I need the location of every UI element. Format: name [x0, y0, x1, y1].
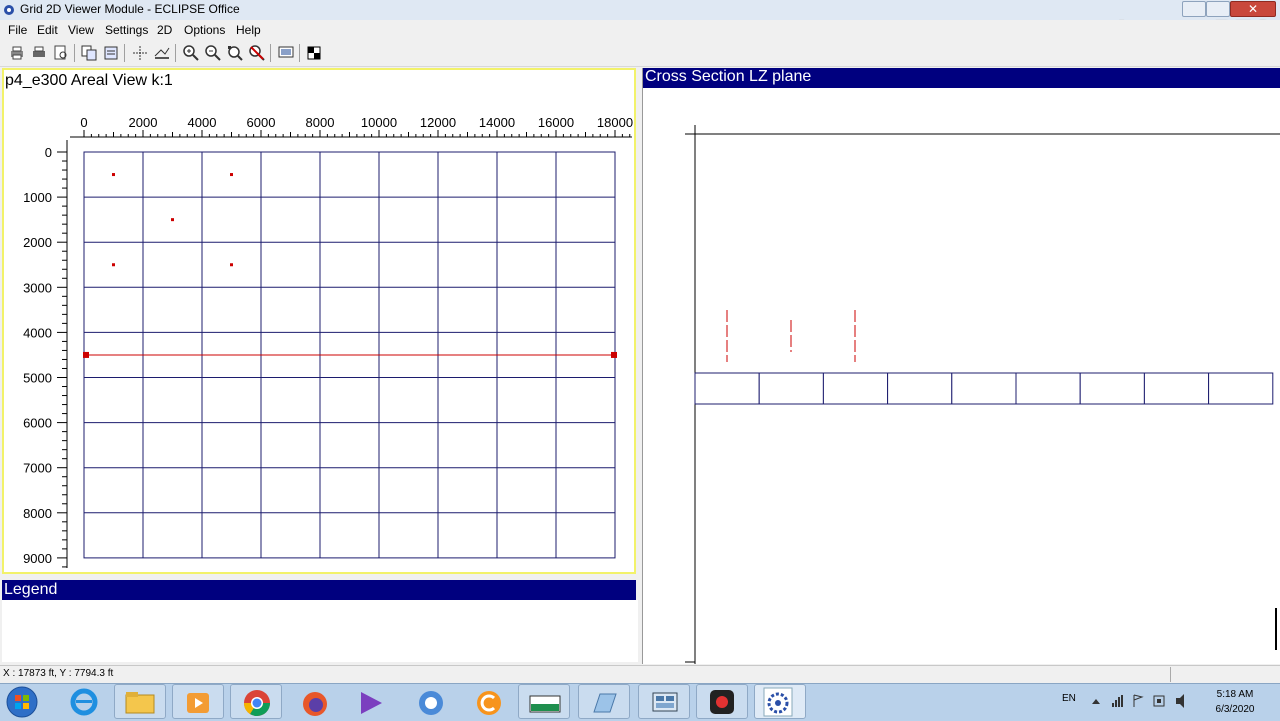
- y-tick-label: 3000: [23, 280, 52, 295]
- eclipse-office-icon: [763, 687, 793, 717]
- x-tick-label: 4000: [188, 115, 217, 130]
- x-tick-label: 6000: [247, 115, 276, 130]
- cross-section-cell: [1079, 372, 1145, 405]
- cross-section-cell: [758, 372, 824, 405]
- cross-section-cell: [822, 372, 889, 405]
- language-indicator[interactable]: EN: [1062, 693, 1076, 704]
- x-tick-label: 10000: [361, 115, 397, 130]
- y-tick-label: 1000: [23, 190, 52, 205]
- legend-title: Legend: [4, 581, 58, 598]
- y-tick-label: 9000: [23, 551, 52, 566]
- areal-view-plot[interactable]: 0 2000 4000 6000 8000 10000 12000 14000 16000 180…: [0, 0, 640, 580]
- legend-header: [2, 580, 636, 600]
- y-tick-label: 6000: [23, 416, 52, 431]
- well-marker: [112, 173, 115, 177]
- x-tick-label: 8000: [306, 115, 335, 130]
- cross-section-plot[interactable]: [643, 88, 1280, 664]
- clock-date: 6/3/2020: [1215, 704, 1255, 715]
- cross-section-cell: [694, 372, 760, 405]
- status-bar: [0, 665, 1280, 684]
- y-tick-label: 5000: [23, 371, 52, 386]
- cross-section-cell: [1015, 372, 1081, 405]
- close-button[interactable]: ✕: [1230, 1, 1276, 17]
- grid-viewer-icon: [652, 692, 678, 712]
- maximize-button[interactable]: [1206, 1, 1230, 17]
- cross-section-cell: [1143, 372, 1210, 405]
- internet-explorer-icon[interactable]: [68, 687, 100, 717]
- x-tick-label: 18000: [597, 115, 633, 130]
- x-tick-label: 0: [80, 115, 87, 130]
- cross-section-cell: [887, 372, 953, 405]
- cross-section-cell: [1208, 372, 1274, 405]
- well-marker: [230, 263, 233, 267]
- system-clock[interactable]: 5:18 AM 6/3/2020: [1200, 687, 1270, 717]
- file-explorer-icon: [125, 692, 155, 714]
- y-tick-label: 0: [45, 145, 52, 160]
- media-player-icon: [187, 693, 209, 713]
- y-tick-label: 2000: [23, 235, 52, 250]
- cross-section-title: Cross Section LZ plane: [645, 68, 812, 85]
- x-tick-label: 12000: [420, 115, 456, 130]
- y-tick-label: 4000: [23, 325, 52, 340]
- green-app-icon: [529, 695, 561, 713]
- system-tray[interactable]: [1088, 692, 1196, 710]
- well-marker: [230, 173, 233, 177]
- x-tick-label: 2000: [129, 115, 158, 130]
- y-tick-label: 8000: [23, 506, 52, 521]
- cursor-coordinates: X : 17873 ft, Y : 7794.3 ft: [3, 668, 114, 679]
- clock-time: 5:18 AM: [1216, 689, 1254, 700]
- well-marker: [112, 263, 115, 267]
- minimize-button[interactable]: [1182, 1, 1206, 17]
- status-divider: [1170, 667, 1171, 682]
- well-marker: [171, 218, 174, 222]
- y-tick-label: 7000: [23, 461, 52, 476]
- apowerrec-icon: [710, 690, 734, 714]
- chrome-icon: [243, 690, 271, 717]
- x-tick-label: 14000: [479, 115, 515, 130]
- chrome-canary-icon[interactable]: [416, 688, 446, 718]
- visual-studio-icon[interactable]: [356, 688, 386, 718]
- firefox-icon[interactable]: [300, 688, 330, 718]
- x-tick-label: 16000: [538, 115, 574, 130]
- legend-body: [2, 600, 638, 662]
- section-line-handle-right: [611, 351, 617, 358]
- start-button[interactable]: [4, 685, 40, 719]
- eclipse-app-icon: [593, 693, 617, 713]
- ccleaner-icon[interactable]: [474, 688, 504, 718]
- section-line-handle-left: [83, 351, 89, 358]
- cross-section-cell: [951, 372, 1017, 405]
